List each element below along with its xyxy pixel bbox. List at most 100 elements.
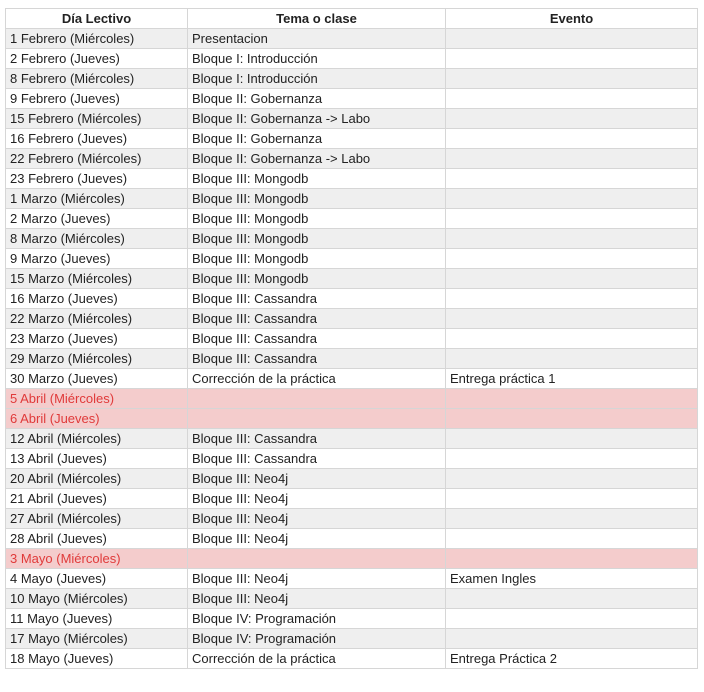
cell-evento[interactable] (445, 268, 698, 289)
cell-tema[interactable]: Bloque III: Cassandra (187, 308, 446, 329)
cell-dia-lectivo[interactable]: 17 Mayo (Miércoles) (5, 628, 188, 649)
cell-dia-lectivo[interactable]: 1 Marzo (Miércoles) (5, 188, 188, 209)
cell-tema[interactable]: Bloque III: Neo4j (187, 508, 446, 529)
cell-dia-lectivo[interactable]: 12 Abril (Miércoles) (5, 428, 188, 449)
cell-tema[interactable]: Bloque III: Cassandra (187, 448, 446, 469)
cell-dia-lectivo[interactable]: 22 Febrero (Miércoles) (5, 148, 188, 169)
cell-tema[interactable]: Bloque III: Mongodb (187, 248, 446, 269)
cell-tema[interactable]: Bloque II: Gobernanza (187, 128, 446, 149)
cell-evento[interactable] (445, 188, 698, 209)
cell-evento[interactable] (445, 288, 698, 309)
cell-dia-lectivo[interactable]: 4 Mayo (Jueves) (5, 568, 188, 589)
header-tema-o-clase[interactable]: Tema o clase (187, 8, 446, 29)
cell-tema[interactable]: Bloque II: Gobernanza -> Labo (187, 108, 446, 129)
cell-dia-lectivo[interactable]: 5 Abril (Miércoles) (5, 388, 188, 409)
cell-tema[interactable]: Corrección de la práctica (187, 368, 446, 389)
cell-tema[interactable]: Corrección de la práctica (187, 648, 446, 669)
header-dia-lectivo[interactable]: Día Lectivo (5, 8, 188, 29)
cell-evento[interactable] (445, 208, 698, 229)
cell-tema[interactable]: Bloque III: Cassandra (187, 348, 446, 369)
cell-evento[interactable] (445, 48, 698, 69)
cell-evento[interactable]: Examen Ingles (445, 568, 698, 589)
cell-tema[interactable]: Bloque III: Neo4j (187, 588, 446, 609)
cell-tema[interactable]: Bloque III: Mongodb (187, 208, 446, 229)
cell-dia-lectivo[interactable]: 9 Marzo (Jueves) (5, 248, 188, 269)
cell-dia-lectivo[interactable]: 16 Marzo (Jueves) (5, 288, 188, 309)
cell-evento[interactable] (445, 228, 698, 249)
cell-dia-lectivo[interactable]: 9 Febrero (Jueves) (5, 88, 188, 109)
cell-dia-lectivo[interactable]: 18 Mayo (Jueves) (5, 648, 188, 669)
cell-evento[interactable] (445, 588, 698, 609)
cell-dia-lectivo[interactable]: 22 Marzo (Miércoles) (5, 308, 188, 329)
cell-evento[interactable]: Entrega práctica 1 (445, 368, 698, 389)
cell-dia-lectivo[interactable]: 28 Abril (Jueves) (5, 528, 188, 549)
cell-evento[interactable] (445, 468, 698, 489)
cell-evento[interactable] (445, 408, 698, 429)
cell-evento[interactable] (445, 168, 698, 189)
cell-evento[interactable] (445, 28, 698, 49)
cell-evento[interactable] (445, 108, 698, 129)
cell-tema[interactable]: Bloque III: Mongodb (187, 168, 446, 189)
cell-dia-lectivo[interactable]: 2 Febrero (Jueves) (5, 48, 188, 69)
cell-dia-lectivo[interactable]: 30 Marzo (Jueves) (5, 368, 188, 389)
cell-evento[interactable] (445, 548, 698, 569)
cell-dia-lectivo[interactable]: 15 Febrero (Miércoles) (5, 108, 188, 129)
cell-dia-lectivo[interactable]: 21 Abril (Jueves) (5, 488, 188, 509)
cell-dia-lectivo[interactable]: 23 Marzo (Jueves) (5, 328, 188, 349)
cell-dia-lectivo[interactable]: 1 Febrero (Miércoles) (5, 28, 188, 49)
table-body: 1 Febrero (Miércoles) Presentacion 2 Febre… (5, 28, 698, 669)
cell-evento[interactable] (445, 428, 698, 449)
cell-tema[interactable]: Bloque I: Introducción (187, 68, 446, 89)
cell-evento[interactable] (445, 128, 698, 149)
cell-dia-lectivo[interactable]: 8 Febrero (Miércoles) (5, 68, 188, 89)
cell-tema[interactable] (187, 388, 446, 409)
cell-tema[interactable]: Bloque II: Gobernanza -> Labo (187, 148, 446, 169)
cell-evento[interactable] (445, 308, 698, 329)
cell-dia-lectivo[interactable]: 6 Abril (Jueves) (5, 408, 188, 429)
cell-evento[interactable] (445, 68, 698, 89)
cell-tema[interactable]: Bloque III: Mongodb (187, 268, 446, 289)
cell-evento[interactable] (445, 248, 698, 269)
cell-dia-lectivo[interactable]: 15 Marzo (Miércoles) (5, 268, 188, 289)
cell-evento[interactable] (445, 148, 698, 169)
cell-tema[interactable]: Bloque I: Introducción (187, 48, 446, 69)
cell-evento[interactable] (445, 88, 698, 109)
cell-dia-lectivo[interactable]: 13 Abril (Jueves) (5, 448, 188, 469)
cell-dia-lectivo[interactable]: 20 Abril (Miércoles) (5, 468, 188, 489)
cell-dia-lectivo[interactable]: 29 Marzo (Miércoles) (5, 348, 188, 369)
cell-tema[interactable]: Bloque III: Neo4j (187, 528, 446, 549)
cell-evento[interactable] (445, 348, 698, 369)
header-evento[interactable]: Evento (445, 8, 698, 29)
cell-dia-lectivo[interactable]: 10 Mayo (Miércoles) (5, 588, 188, 609)
cell-tema[interactable]: Bloque III: Cassandra (187, 328, 446, 349)
cell-tema[interactable] (187, 408, 446, 429)
cell-tema[interactable]: Bloque III: Neo4j (187, 468, 446, 489)
cell-tema[interactable]: Bloque III: Neo4j (187, 568, 446, 589)
cell-tema[interactable]: Bloque III: Mongodb (187, 228, 446, 249)
cell-tema[interactable]: Bloque III: Cassandra (187, 288, 446, 309)
cell-dia-lectivo[interactable]: 3 Mayo (Miércoles) (5, 548, 188, 569)
cell-dia-lectivo[interactable]: 2 Marzo (Jueves) (5, 208, 188, 229)
cell-dia-lectivo[interactable]: 8 Marzo (Miércoles) (5, 228, 188, 249)
cell-evento[interactable] (445, 328, 698, 349)
cell-dia-lectivo[interactable]: 16 Febrero (Jueves) (5, 128, 188, 149)
cell-dia-lectivo[interactable]: 11 Mayo (Jueves) (5, 608, 188, 629)
cell-evento[interactable] (445, 528, 698, 549)
cell-dia-lectivo[interactable]: 23 Febrero (Jueves) (5, 168, 188, 189)
cell-tema[interactable]: Bloque III: Mongodb (187, 188, 446, 209)
cell-evento[interactable] (445, 448, 698, 469)
cell-evento[interactable] (445, 488, 698, 509)
cell-evento[interactable] (445, 388, 698, 409)
cell-tema[interactable]: Bloque IV: Programación (187, 608, 446, 629)
cell-tema[interactable]: Bloque III: Neo4j (187, 488, 446, 509)
cell-evento[interactable] (445, 628, 698, 649)
cell-tema[interactable] (187, 548, 446, 569)
cell-evento[interactable] (445, 608, 698, 629)
cell-dia-lectivo[interactable]: 27 Abril (Miércoles) (5, 508, 188, 529)
cell-tema[interactable]: Presentacion (187, 28, 446, 49)
cell-evento[interactable]: Entrega Práctica 2 (445, 648, 698, 669)
cell-tema[interactable]: Bloque IV: Programación (187, 628, 446, 649)
cell-tema[interactable]: Bloque II: Gobernanza (187, 88, 446, 109)
cell-evento[interactable] (445, 508, 698, 529)
cell-tema[interactable]: Bloque III: Cassandra (187, 428, 446, 449)
